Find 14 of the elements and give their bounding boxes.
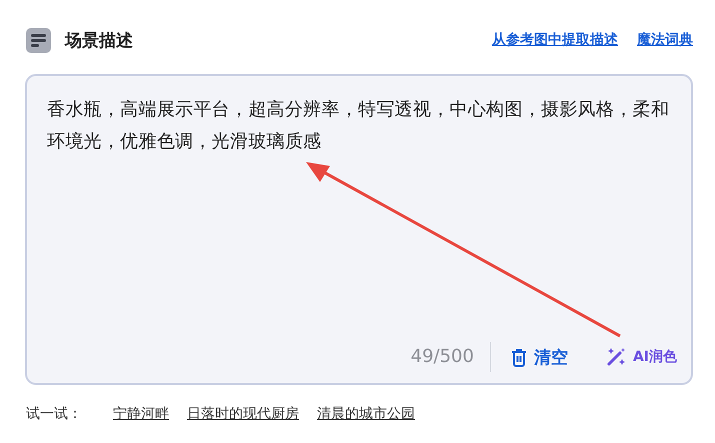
list-icon xyxy=(26,28,51,52)
header-link[interactable]: 魔法词典 xyxy=(637,31,693,49)
section-title: 场景描述 xyxy=(65,30,133,52)
try-label: 试一试： xyxy=(26,405,82,423)
clear-button[interactable]: 清空 xyxy=(510,346,568,368)
magic-wand-icon xyxy=(606,347,626,367)
description-field[interactable]: 香水瓶，高端展示平台，超高分辨率，特写透视，中心构图，摄影风格，柔和环境光，优雅色调，光滑玻璃质感 49/500 清空 AI润色 xyxy=(25,74,693,385)
suggestion-link[interactable]: 清晨的城市公园 xyxy=(317,405,415,423)
polish-button[interactable]: AI润色 xyxy=(606,347,677,367)
suggestion-link[interactable]: 日落时的现代厨房 xyxy=(187,405,299,423)
suggestion-link[interactable]: 宁静河畔 xyxy=(113,405,169,423)
character-counter: 49/500 xyxy=(410,342,491,372)
trash-icon xyxy=(510,348,527,366)
header-link[interactable]: 从参考图中提取描述 xyxy=(492,31,618,49)
